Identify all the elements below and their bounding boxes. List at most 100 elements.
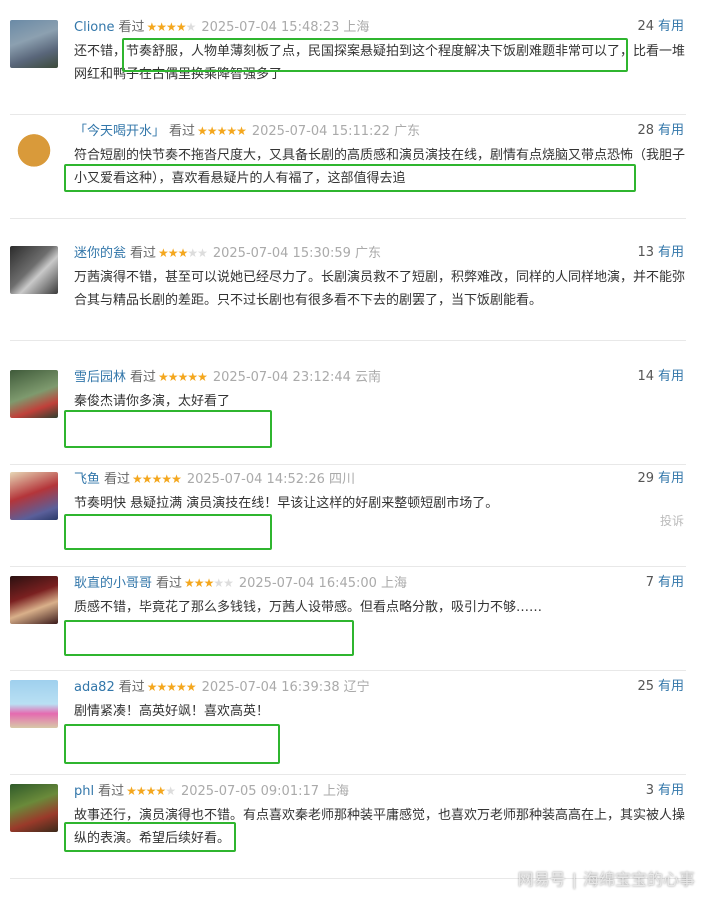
review-location: 广东 <box>354 246 381 261</box>
rating-stars: ★★★★★ <box>184 576 234 590</box>
watched-label: 看过 <box>98 784 125 799</box>
star-icon: ★ <box>171 472 182 486</box>
useful-votes: 7 有用 <box>646 574 684 592</box>
username-link[interactable]: 飞鱼 <box>74 472 100 487</box>
star-icon: ★ <box>206 124 218 138</box>
username-link[interactable]: Clione <box>74 20 115 35</box>
useful-button[interactable]: 有用 <box>658 575 684 590</box>
useful-count: 14 <box>637 369 654 384</box>
useful-count: 28 <box>637 123 654 138</box>
username-link[interactable]: 雪后园林 <box>74 370 126 385</box>
useful-button[interactable]: 有用 <box>658 679 684 694</box>
watermark-separator: | <box>571 870 577 889</box>
username-link[interactable]: phl <box>74 784 94 799</box>
star-icon: ★ <box>177 370 189 384</box>
review-time: 2025-07-04 16:45:00 <box>238 576 377 591</box>
username-link[interactable]: 「今天喝开水」 <box>74 124 165 139</box>
avatar[interactable] <box>10 20 58 68</box>
star-icon: ★ <box>155 784 166 798</box>
star-icon: ★ <box>166 680 177 694</box>
report-link[interactable]: 投诉 <box>660 512 684 529</box>
watched-label: 看过 <box>118 20 145 35</box>
star-icon: ★ <box>177 246 189 260</box>
star-icon: ★ <box>187 246 198 260</box>
review-location: 广东 <box>393 124 420 139</box>
review-text: 故事还行，演员演得也不错。有点喜欢秦老师那种装平庸感觉，也喜欢万老师那种装高高在… <box>74 808 686 846</box>
avatar[interactable] <box>10 576 58 624</box>
watched-label: 看过 <box>130 246 157 261</box>
useful-button[interactable]: 有用 <box>658 369 684 384</box>
review-time: 2025-07-04 15:11:22 <box>251 124 390 139</box>
watched-label: 看过 <box>130 370 157 385</box>
review-meta: Clione 看过 ★★★★★ 2025-07-04 15:48:23 上海 <box>74 18 369 36</box>
star-icon: ★ <box>185 680 197 694</box>
useful-count: 29 <box>637 471 654 486</box>
review-time: 2025-07-05 09:01:17 <box>180 784 320 799</box>
star-icon: ★ <box>146 680 158 694</box>
star-icon: ★ <box>165 784 176 798</box>
review-meta: 雪后园林 看过 ★★★★★ 2025-07-04 23:12:44 云南 <box>74 368 381 386</box>
star-icon: ★ <box>236 124 247 138</box>
avatar[interactable] <box>10 784 58 832</box>
star-icon: ★ <box>187 370 198 384</box>
watermark-author: 海绵宝宝的心事 <box>582 870 695 889</box>
watched-label: 看过 <box>169 124 196 139</box>
star-icon: ★ <box>185 20 197 34</box>
review-text: 节奏明快 悬疑拉满 演员演技在线！早该让这样的好剧来整顿短剧市场了。 <box>74 496 499 511</box>
useful-button[interactable]: 有用 <box>658 471 684 486</box>
rating-stars: ★★★★★ <box>197 124 247 138</box>
star-icon: ★ <box>141 472 153 486</box>
username-link[interactable]: 耿直的小哥哥 <box>74 576 152 591</box>
review-text: 秦俊杰请你多演，太好看了 <box>74 394 231 409</box>
star-icon: ★ <box>145 784 157 798</box>
review-text: 万茜演得不错，甚至可以说她已经尽力了。长剧演员救不了短剧，积弊难改，同样的人同样… <box>74 270 686 308</box>
review-text: 剧情紧凑！高英好飒！喜欢高英！ <box>74 704 270 719</box>
review-item: 迷你的瓮 看过 ★★★★★ 2025-07-04 15:30:59 广东 13 有用万茜演得… <box>10 236 686 341</box>
useful-count: 24 <box>637 19 654 34</box>
star-icon: ★ <box>175 20 187 34</box>
review-location: 上海 <box>323 784 350 799</box>
review-time: 2025-07-04 15:30:59 <box>212 246 351 261</box>
avatar[interactable] <box>10 246 58 294</box>
star-icon: ★ <box>176 680 187 694</box>
star-icon: ★ <box>158 370 169 384</box>
star-icon: ★ <box>184 576 195 590</box>
username-link[interactable]: ada82 <box>74 680 115 695</box>
avatar[interactable] <box>10 370 58 418</box>
avatar[interactable] <box>10 680 58 728</box>
review-time: 2025-07-04 16:39:38 <box>201 680 340 695</box>
star-icon: ★ <box>197 370 208 384</box>
useful-votes: 13 有用 <box>637 244 684 262</box>
useful-button[interactable]: 有用 <box>658 783 684 798</box>
rating-stars: ★★★★★ <box>158 246 208 260</box>
review-item: phl 看过 ★★★★★ 2025-07-05 09:01:17 上海 3 有用 故事还行，演… <box>10 774 686 879</box>
useful-button[interactable]: 有用 <box>658 245 684 260</box>
review-meta: phl 看过 ★★★★★ 2025-07-05 09:01:17 上海 <box>74 782 349 800</box>
review-location: 云南 <box>354 370 381 385</box>
useful-count: 7 <box>645 575 654 590</box>
avatar[interactable] <box>10 124 58 172</box>
watched-label: 看过 <box>156 576 183 591</box>
star-icon: ★ <box>226 124 237 138</box>
star-icon: ★ <box>146 20 158 34</box>
username-link[interactable]: 迷你的瓮 <box>74 246 126 261</box>
useful-votes: 28 有用 <box>637 122 684 140</box>
star-icon: ★ <box>132 472 143 486</box>
highlight-box <box>64 514 272 550</box>
useful-button[interactable]: 有用 <box>658 123 684 138</box>
review-meta: 迷你的瓮 看过 ★★★★★ 2025-07-04 15:30:59 广东 <box>74 244 381 262</box>
review-meta: 「今天喝开水」 看过 ★★★★★ 2025-07-04 15:11:22 广东 <box>74 122 420 140</box>
review-item: 耿直的小哥哥 看过 ★★★★★ 2025-07-04 16:45:00 上海 7 有用 质感不… <box>10 566 686 671</box>
review-item: 「今天喝开水」 看过 ★★★★★ 2025-07-04 15:11:22 广东 28 有用符… <box>10 114 686 219</box>
useful-votes: 29 有用 <box>637 470 684 488</box>
review-item: 雪后园林 看过 ★★★★★ 2025-07-04 23:12:44 云南 14 有用秦俊杰请… <box>10 360 686 465</box>
star-icon: ★ <box>151 472 163 486</box>
star-icon: ★ <box>213 576 224 590</box>
rating-stars: ★★★★★ <box>146 680 197 694</box>
review-location: 四川 <box>328 472 355 487</box>
useful-button[interactable]: 有用 <box>658 19 684 34</box>
star-icon: ★ <box>135 784 147 798</box>
avatar[interactable] <box>10 472 58 520</box>
star-icon: ★ <box>167 370 179 384</box>
useful-votes: 3 有用 <box>646 782 684 800</box>
